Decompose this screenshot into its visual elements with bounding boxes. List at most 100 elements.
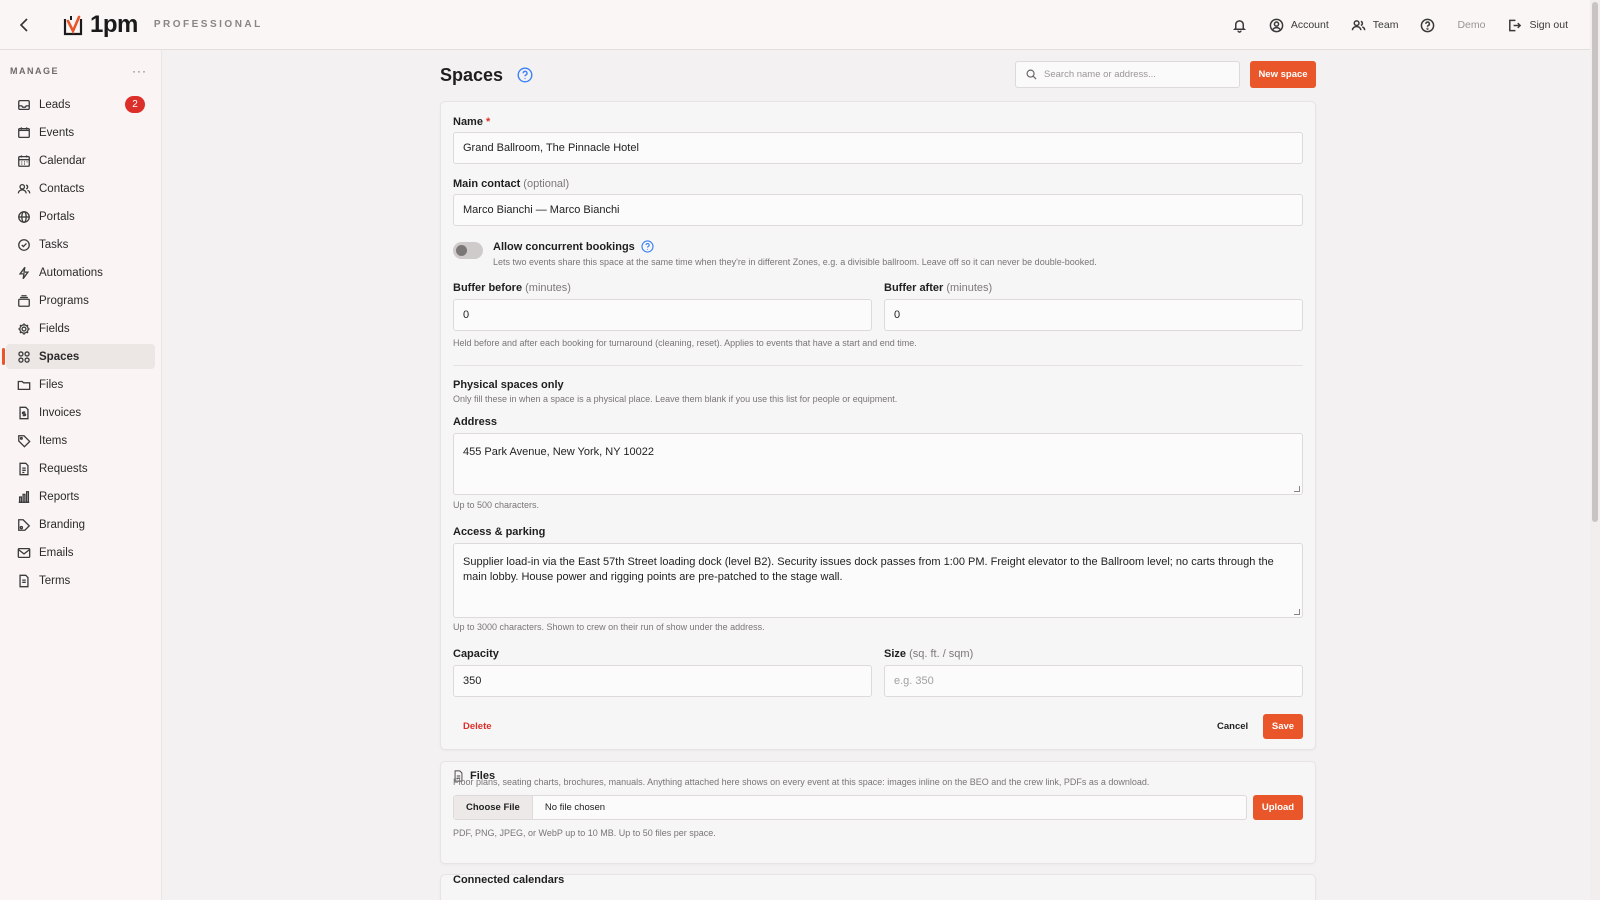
- sidebar-item-calendar[interactable]: Calendar: [6, 148, 155, 173]
- help-icon: [1421, 18, 1435, 32]
- search-icon: [1026, 69, 1037, 80]
- concurrent-bookings-toggle[interactable]: [453, 242, 483, 259]
- connected-calendars-title: Connected calendars: [453, 874, 565, 886]
- app-logo[interactable]: 1pm: [62, 11, 138, 39]
- file-input[interactable]: Choose File No file chosen: [453, 795, 1247, 820]
- size-label: Size (sq. ft. / sqm): [884, 648, 973, 660]
- sidebar-item-label: Portals: [39, 210, 75, 223]
- sign-out-link[interactable]: Sign out: [1507, 18, 1568, 33]
- sidebar-item-events[interactable]: Events: [6, 120, 155, 145]
- size-unit: (sq. ft. / sqm): [909, 648, 974, 660]
- physical-spaces-hint: Only fill these in when a space is a phy…: [453, 394, 898, 404]
- sidebar-item-automations[interactable]: Automations: [6, 260, 155, 285]
- sign-out-icon: [1509, 19, 1522, 31]
- sidebar-item-label: Leads: [39, 98, 71, 111]
- file-status: No file chosen: [544, 802, 606, 813]
- sidebar-item-fields[interactable]: Fields: [6, 316, 155, 341]
- notifications-button[interactable]: [1232, 18, 1247, 33]
- sidebar-item-portals[interactable]: Portals: [6, 204, 155, 229]
- users-icon: [1351, 19, 1366, 30]
- address-label: Address: [453, 416, 498, 428]
- scrollbar-thumb[interactable]: [1592, 2, 1598, 522]
- envelope-icon: [17, 547, 31, 558]
- sidebar-item-label: Tasks: [39, 238, 69, 251]
- demo-link[interactable]: Demo: [1457, 19, 1485, 31]
- delete-button[interactable]: Delete: [463, 721, 492, 732]
- mail-icon: [18, 126, 30, 138]
- resize-handle-icon[interactable]: [1294, 609, 1300, 615]
- physical-spaces-heading: Physical spaces only: [453, 379, 564, 391]
- address-value: 455 Park Avenue, New York, NY 10022: [463, 446, 655, 458]
- resize-handle-icon[interactable]: [1294, 486, 1300, 492]
- help-circle-icon[interactable]: [517, 67, 533, 83]
- bolt-icon: [18, 266, 30, 279]
- sidebar-item-label: Fields: [39, 322, 70, 335]
- files-hint: PDF, PNG, JPEG, or WebP up to 10 MB. Up …: [453, 828, 716, 838]
- buffer-before-label: Buffer before (minutes): [453, 282, 571, 294]
- team-link[interactable]: Team: [1351, 18, 1398, 33]
- capacity-input[interactable]: 350: [453, 665, 872, 697]
- users-icon: [17, 183, 31, 194]
- check-circle-icon: [18, 238, 30, 251]
- brush-icon: [18, 518, 31, 531]
- sidebar-item-files[interactable]: Files: [6, 372, 155, 397]
- files-description: Floor plans, seating charts, brochures, …: [453, 777, 1150, 787]
- sidebar-item-emails[interactable]: Emails: [6, 540, 155, 565]
- help-circle-icon[interactable]: [641, 240, 654, 253]
- sidebar-item-programs[interactable]: Programs: [6, 288, 155, 313]
- sidebar-item-spaces[interactable]: Spaces: [2, 344, 155, 369]
- save-button[interactable]: Save: [1263, 714, 1303, 739]
- sidebar-item-reports[interactable]: Reports: [6, 484, 155, 509]
- sidebar-item-label: Contacts: [39, 182, 85, 195]
- concurrent-bookings-text: Allow concurrent bookings: [493, 240, 635, 253]
- choose-file-button[interactable]: Choose File: [454, 796, 533, 819]
- tag-icon: [18, 434, 31, 448]
- required-marker: *: [486, 116, 491, 128]
- sidebar-item-invoices[interactable]: Invoices: [6, 400, 155, 425]
- files-card: Files Floor plans, seating charts, broch…: [440, 761, 1316, 864]
- sidebar-item-label: Terms: [39, 574, 71, 587]
- access-parking-textarea[interactable]: Supplier load-in via the East 57th Stree…: [453, 543, 1303, 618]
- sidebar-item-label: Emails: [39, 546, 74, 559]
- bell-icon: [1232, 19, 1246, 33]
- page-scrollbar[interactable]: [1590, 0, 1600, 900]
- top-nav: Account Team Demo Sign out: [1232, 0, 1568, 50]
- search-input[interactable]: [1044, 69, 1224, 80]
- size-label-text: Size: [884, 648, 907, 660]
- sidebar-header: MANAGE ···: [0, 50, 161, 92]
- upload-button[interactable]: Upload: [1253, 795, 1303, 820]
- address-textarea[interactable]: 455 Park Avenue, New York, NY 10022: [453, 433, 1303, 495]
- grid-icon: [18, 350, 30, 363]
- sidebar-item-terms[interactable]: Terms: [6, 568, 155, 593]
- access-parking-label: Access & parking: [453, 526, 546, 538]
- name-input[interactable]: Grand Ballroom, The Pinnacle Hotel: [453, 132, 1303, 164]
- sidebar-item-tasks[interactable]: Tasks: [6, 232, 155, 257]
- sidebar-item-requests[interactable]: Requests: [6, 456, 155, 481]
- sidebar-item-contacts[interactable]: Contacts: [6, 176, 155, 201]
- size-input[interactable]: e.g. 350: [884, 665, 1303, 697]
- cancel-button[interactable]: Cancel: [1217, 721, 1248, 732]
- more-options-icon[interactable]: ···: [132, 64, 147, 78]
- sidebar-item-label: Events: [39, 126, 75, 139]
- main-contact-select[interactable]: Marco Bianchi — Marco Bianchi: [453, 194, 1303, 226]
- account-link[interactable]: Account: [1269, 18, 1329, 33]
- name-label: Name *: [453, 116, 490, 128]
- invoice-icon: [19, 406, 29, 419]
- new-space-button[interactable]: New space: [1250, 61, 1316, 88]
- layers-icon: [18, 294, 30, 307]
- demo-label: Demo: [1457, 19, 1486, 31]
- sidebar-item-leads[interactable]: Leads 2: [6, 92, 155, 117]
- sidebar-item-label: Automations: [39, 266, 103, 279]
- sidebar-item-items[interactable]: Items: [6, 428, 155, 453]
- help-button[interactable]: [1420, 18, 1435, 33]
- main-contact-label-text: Main contact: [453, 178, 521, 190]
- buffer-after-input[interactable]: 0: [884, 299, 1303, 331]
- brand-name: 1pm: [90, 10, 138, 38]
- sidebar-item-branding[interactable]: Branding: [6, 512, 155, 537]
- folder-icon: [17, 380, 31, 390]
- search-box: [1015, 61, 1240, 88]
- buffer-before-input[interactable]: 0: [453, 299, 872, 331]
- buffer-after-label: Buffer after (minutes): [884, 282, 992, 294]
- back-arrow-icon[interactable]: [16, 17, 32, 33]
- buffer-before-unit: (minutes): [525, 282, 571, 294]
